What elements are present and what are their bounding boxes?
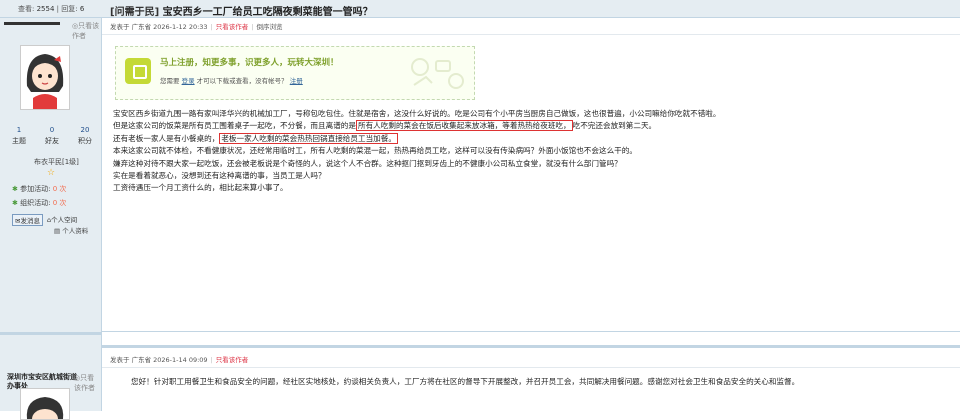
profile-icon: ▤: [54, 227, 61, 235]
thread-title[interactable]: [问需于民] 宝安西乡一工厂给员工吃隔夜剩菜能管一管吗？: [110, 3, 373, 18]
post-separator: [102, 345, 960, 348]
post-line: 嫌弃这种对待不跟大家一起吃饭，还会被老板说是个奇怪的人，说这个人不合群。这种抠门…: [113, 158, 622, 168]
author-rank[interactable]: 布衣平民[1级]: [34, 157, 79, 167]
meta-divider: [102, 367, 960, 368]
author-only-link[interactable]: 只看该作者: [216, 23, 249, 31]
post-body: 宝安区西乡街道九围一路有家叫泽华兴的机械加工厂，号称包吃包住。住就是宿舍，这没什…: [113, 108, 721, 195]
star-icon: ☆: [47, 168, 56, 178]
view-author-only-link-2[interactable]: ◎只看该作者: [74, 373, 101, 393]
thread-category-tag[interactable]: [问需于民]: [110, 7, 159, 18]
highlighted-text: 所有人吃剩的菜会在饭后收集起来放冰箱，等着热热给夜班吃，: [356, 120, 573, 132]
register-prompt-box: 马上注册，知更多事，识更多人，玩转大深圳！ 您需要 登录 才可以下载或查看，没有…: [115, 46, 475, 100]
send-message-button[interactable]: ✉发消息: [12, 214, 43, 226]
post-date: 发表于 广东省 2026-1-12 20:33: [110, 23, 208, 31]
post-line: 但是这家公司的饭菜是所有员工围着桌子一起吃，不分餐，而且离谱的是 所有人吃剩的菜会…: [113, 120, 657, 132]
post-line: 本来这家公司就不体检，不看健康状况，还经常用临时工，所有人吃剩的菜混一起，热热再…: [113, 146, 637, 156]
register-link[interactable]: 注册: [290, 77, 303, 85]
view-author-only-link[interactable]: ◎只看该作者: [72, 21, 101, 41]
avatar[interactable]: [20, 45, 70, 110]
views-label: 查看:: [18, 5, 35, 13]
thread-stats: 查看: 2554 | 回复: 6: [18, 5, 85, 13]
count-friends[interactable]: 0 好友: [45, 126, 59, 146]
post-meta: 发表于 广东省 2026-1-12 20:33 | 只看该作者 | 倒序浏览: [110, 23, 283, 31]
highlighted-text: 老板一家人吃剩的菜会热热回锅直接给员工当加餐。: [219, 132, 398, 144]
post-separator: [0, 332, 101, 335]
reply-body: 您好！针对职工用餐卫生和食品安全的问题，经社区实地核处，约谈相关负责人，工厂方将…: [131, 377, 800, 386]
author-counts: 1 主题 0 好友 20 积分: [12, 126, 92, 146]
thread-title-text: 宝安西乡一工厂给员工吃隔夜剩菜能管一管吗？: [162, 7, 373, 18]
post-line: 实在是看着就恶心，没想到还有这种离谱的事，当员工是人吗？: [113, 171, 326, 181]
thread-header: 查看: 2554 | 回复: 6 [问需于民] 宝安西乡一工厂给员工吃隔夜剩菜能…: [0, 0, 960, 18]
meta-divider: [102, 34, 960, 35]
register-prompt-text: 您需要 登录 才可以下载或查看，没有帐号？ 注册: [160, 77, 303, 85]
lock-icon: [125, 58, 151, 84]
reply-meta: 发表于 广东省 2026-1-14 09:09 | 只看该作者: [110, 356, 249, 364]
avatar-girl-icon: [26, 397, 64, 419]
avatar[interactable]: [20, 388, 70, 420]
forum-thread-page: 查看: 2554 | 回复: 6 [问需于民] 宝安西乡一工厂给员工吃隔夜剩菜能…: [0, 0, 960, 420]
views-count: 2554: [36, 5, 55, 13]
author-only-link[interactable]: 只看该作者: [216, 356, 249, 364]
post-line: 宝安区西乡街道九围一路有家叫泽华兴的机械加工厂，号称包吃包住。住就是宿舍，这没什…: [113, 109, 721, 118]
decoration-icon: [411, 58, 464, 89]
post-line: 工资待遇压一个月工资什么的，相比起来算小事了。: [113, 183, 288, 193]
participated-events: ✱ 参加活动: 0 次: [12, 185, 67, 193]
leaf-icon: ✱: [12, 199, 18, 207]
count-points[interactable]: 20 积分: [78, 126, 92, 146]
leaf-icon: ✱: [12, 185, 18, 193]
author-name-redacted: [4, 22, 60, 25]
replies-label: 回复:: [61, 5, 78, 13]
replies-count: 6: [79, 5, 85, 13]
avatar-girl-icon: [21, 46, 69, 109]
login-link[interactable]: 登录: [182, 77, 195, 85]
count-threads[interactable]: 1 主题: [12, 126, 26, 146]
reverse-order-link[interactable]: 倒序浏览: [256, 23, 282, 31]
reply-date: 发表于 广东省 2026-1-14 09:09: [110, 356, 208, 364]
post-divider: [102, 331, 960, 332]
register-prompt-title: 马上注册，知更多事，识更多人，玩转大深圳！: [160, 58, 339, 68]
profile-link[interactable]: ▤ 个人资料: [54, 225, 88, 235]
author-sidebar: ◎只看该作者 1 主题 0 好友 20 积分 布衣平民[1级] ☆ ✱ 参加活动: 0…: [0, 18, 102, 420]
post-line: 还有老板一家人是有小餐桌的， 老板一家人吃剩的菜会热热回锅直接给员工当加餐。: [113, 132, 398, 144]
organized-events: ✱ 组织活动: 0 次: [12, 199, 67, 207]
